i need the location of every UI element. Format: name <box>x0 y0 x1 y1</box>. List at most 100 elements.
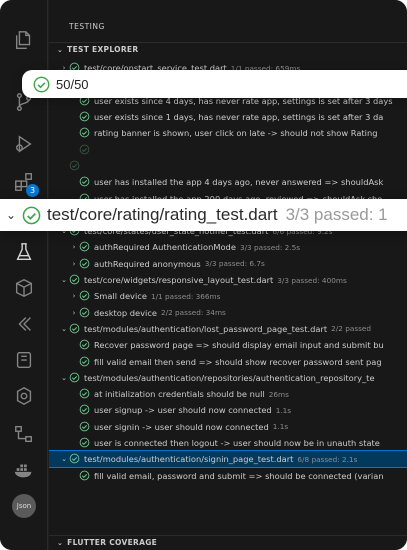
docker-icon[interactable] <box>12 458 36 482</box>
pass-check-icon <box>79 388 91 400</box>
gear-like-icon[interactable] <box>12 384 36 408</box>
pass-check-icon <box>79 241 91 253</box>
test-label: fill valid email then send => should sho… <box>94 356 382 367</box>
panel-header: TESTING <box>69 22 105 31</box>
chevron-down-icon: ⌄ <box>57 45 64 54</box>
pass-check-icon <box>79 127 91 139</box>
test-explorer-title: TEST EXPLORER <box>67 45 139 54</box>
chevron-down-icon[interactable]: ⌄ <box>59 276 69 284</box>
pass-check-icon <box>69 323 81 335</box>
test-file-row[interactable] <box>49 158 407 174</box>
summary-count: 50/50 <box>56 76 89 92</box>
test-tree: › test/core/onstart_service_test.dart 1/1 … <box>49 58 407 534</box>
flutter-coverage-title: FLUTTER COVERAGE <box>67 538 158 547</box>
summary-zoom-callout: 50/50 <box>22 70 407 98</box>
pass-check-icon <box>79 470 91 482</box>
highlight-meta: 3/3 passed: 1 <box>285 205 388 224</box>
test-file-row[interactable]: ⌄ test/modules/authentication/signin_page… <box>49 450 407 469</box>
test-meta: 1.1s <box>272 422 289 432</box>
pass-check-icon <box>69 274 81 286</box>
test-meta: 2/2 passed <box>331 324 372 334</box>
test-case-row[interactable]: user is connected then logout -> user sh… <box>49 435 407 451</box>
run-debug-icon[interactable] <box>12 132 36 156</box>
chevron-right-icon[interactable]: › <box>69 260 79 268</box>
test-case-row[interactable]: Recover password page => should display … <box>49 337 407 353</box>
test-case-row[interactable]: › desktop device 2/2 passed: 34ms <box>49 305 407 321</box>
test-label: user has installed the app 4 days ago, n… <box>94 177 384 188</box>
test-label: user signup -> user should now connected <box>94 405 272 416</box>
test-meta: 3/3 passed: 6.7s <box>204 259 265 269</box>
test-label: test/modules/authentication/signin_page_… <box>84 454 294 465</box>
pass-check-icon <box>79 290 91 302</box>
test-meta: 3/3 passed: 400ms <box>277 275 347 285</box>
test-case-row[interactable]: › authRequired AuthenticationMode 3/3 pass… <box>49 239 407 255</box>
pass-check-icon <box>79 258 91 270</box>
test-label: at initialization credentials should be … <box>94 389 265 400</box>
pass-check-icon <box>22 206 41 225</box>
test-label: authRequired AuthenticationMode <box>94 242 236 253</box>
test-case-row[interactable]: fill valid email, password and submit =>… <box>49 468 407 484</box>
pass-check-icon <box>69 160 81 172</box>
test-explorer-header[interactable]: ⌄ TEST EXPLORER <box>49 42 407 56</box>
test-meta: 26ms <box>268 389 289 399</box>
chevron-right-icon[interactable]: › <box>69 292 79 300</box>
chevron-down-icon[interactable]: ⌄ <box>59 374 69 382</box>
chevron-down-icon[interactable]: ⌄ <box>59 325 69 333</box>
test-label: Recover password page => should display … <box>94 340 384 351</box>
test-label: authRequired anonymous <box>94 258 201 269</box>
test-meta: 3/3 passed: 2.5s <box>239 242 301 252</box>
chevron-right-icon[interactable]: › <box>69 243 79 251</box>
chevron-down-icon[interactable]: ⌄ <box>59 455 69 463</box>
test-label: test/core/widgets/responsive_layout_test… <box>84 275 274 286</box>
test-meta: 1/1 passed: 366ms <box>150 291 221 301</box>
chevron-down-icon: ⌄ <box>57 538 64 547</box>
test-case-row[interactable]: user signup -> user should now connected… <box>49 402 407 418</box>
pass-check-icon <box>69 372 81 384</box>
book-icon[interactable] <box>12 348 36 372</box>
tree-icon[interactable] <box>12 422 36 446</box>
pass-check-icon <box>79 421 91 433</box>
chevron-down-icon: ⌄ <box>6 208 17 222</box>
package-icon[interactable] <box>12 276 36 300</box>
test-case-row[interactable]: fill valid email then send => should sho… <box>49 353 407 369</box>
test-label: fill valid email, password and submit =>… <box>94 470 384 481</box>
highlight-zoom-callout[interactable]: ⌄ test/core/rating/rating_test.dart 3/3 … <box>0 199 407 231</box>
pass-check-icon <box>79 176 91 188</box>
test-meta: 2/2 passed: 34ms <box>160 308 226 318</box>
test-label: user exists since 1 days, has never rate… <box>94 112 384 123</box>
test-label: test/modules/authentication/repositories… <box>84 372 375 383</box>
pass-check-icon <box>33 76 50 93</box>
test-label: test/modules/authentication/lost_passwor… <box>84 323 328 334</box>
test-case-row[interactable]: › authRequired anonymous 3/3 passed: 6.7s <box>49 256 407 272</box>
pass-check-icon <box>79 404 91 416</box>
chevrons-icon[interactable] <box>12 312 36 336</box>
highlight-file-name: test/core/rating/rating_test.dart <box>47 205 278 224</box>
files-icon[interactable] <box>12 28 36 52</box>
extensions-badge: 3 <box>26 184 39 197</box>
test-case-row[interactable]: user has installed the app 4 days ago, n… <box>49 174 407 190</box>
test-file-row[interactable]: ⌄ test/modules/authentication/repositorie… <box>49 370 407 386</box>
test-label: desktop device <box>94 307 157 318</box>
test-case-row[interactable]: › Small device 1/1 passed: 366ms <box>49 288 407 304</box>
flutter-coverage-header[interactable]: ⌄ FLUTTER COVERAGE <box>49 535 407 549</box>
test-case-row[interactable]: at initialization credentials should be … <box>49 386 407 402</box>
test-case-row[interactable] <box>49 142 407 158</box>
test-case-row[interactable]: user signin -> user should now connected… <box>49 419 407 435</box>
test-case-row[interactable]: rating banner is shown, user click on la… <box>49 125 407 141</box>
vscode-window: 3 Json TESTING ⌄ TEST EXPLORER › test/co… <box>0 0 407 550</box>
test-meta: 6/8 passed: 2.1s <box>297 454 358 464</box>
test-file-row[interactable]: ⌄ test/modules/authentication/lost_passwo… <box>49 321 407 337</box>
test-case-row[interactable]: user exists since 1 days, has never rate… <box>49 109 407 125</box>
pass-check-icon <box>79 339 91 351</box>
test-label: Small device <box>94 291 147 302</box>
flask-icon[interactable] <box>12 240 36 264</box>
test-file-row[interactable]: ⌄ test/core/widgets/responsive_layout_tes… <box>49 272 407 288</box>
json-icon[interactable]: Json <box>12 494 36 518</box>
test-label: user signin -> user should now connected <box>94 421 269 432</box>
extensions-icon[interactable]: 3 <box>12 170 39 197</box>
pass-check-icon <box>79 144 91 156</box>
test-label: rating banner is shown, user click on la… <box>94 128 378 139</box>
pass-check-icon <box>79 111 91 123</box>
pass-check-icon <box>79 437 91 449</box>
chevron-right-icon[interactable]: › <box>69 309 79 317</box>
